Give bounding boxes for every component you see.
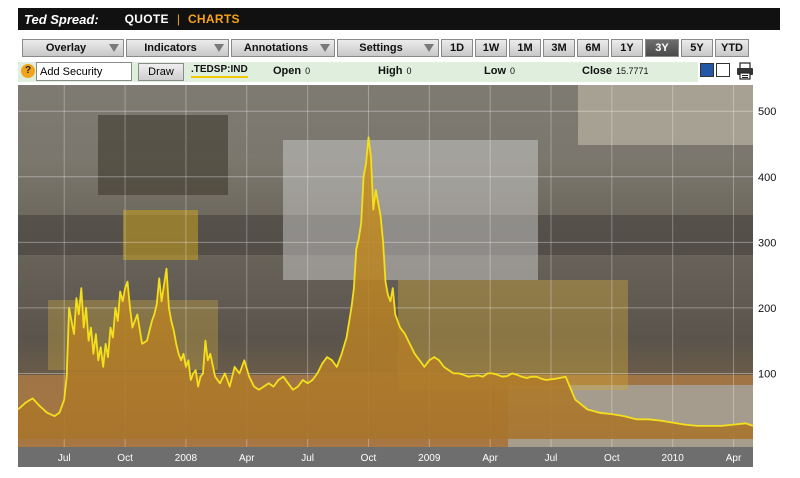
open-stat: Open 0 bbox=[273, 65, 310, 77]
overlay-menu[interactable]: Overlay bbox=[22, 39, 124, 57]
ted-spread-chart[interactable]: 100 200 300 400 500 Jul Oct 2008 Apr Jul Oct 2009 A… bbox=[18, 85, 780, 467]
range-3m-button[interactable]: 3M bbox=[543, 39, 575, 57]
dropdown-arrow-icon bbox=[214, 44, 224, 52]
x-tick-label: Apr bbox=[239, 453, 255, 464]
annotations-menu[interactable]: Annotations bbox=[231, 39, 335, 57]
print-icon[interactable] bbox=[736, 62, 754, 80]
page-title: Ted Spread: bbox=[24, 11, 99, 27]
help-icon[interactable]: ? bbox=[21, 64, 35, 78]
indicators-menu-label: Indicators bbox=[144, 42, 197, 54]
dual-view-icon[interactable] bbox=[716, 63, 730, 77]
high-value: 0 bbox=[406, 66, 412, 76]
high-label: High bbox=[378, 65, 403, 77]
y-axis-ticks: 100 200 300 400 500 bbox=[758, 106, 776, 380]
range-6m-button[interactable]: 6M bbox=[577, 39, 609, 57]
chart-toolbar: Overlay Indicators Annotations Settings … bbox=[22, 39, 755, 59]
close-stat: Close 15.7771 bbox=[582, 65, 649, 77]
range-5y-button[interactable]: 5Y bbox=[681, 39, 713, 57]
open-value: 0 bbox=[305, 66, 311, 76]
add-security-input[interactable] bbox=[36, 62, 132, 81]
high-stat: High 0 bbox=[378, 65, 411, 77]
dropdown-arrow-icon bbox=[424, 44, 434, 52]
close-label: Close bbox=[582, 65, 612, 77]
ticker-symbol[interactable]: .TEDSP:IND bbox=[191, 64, 248, 78]
range-1w-button[interactable]: 1W bbox=[475, 39, 507, 57]
single-view-icon[interactable] bbox=[700, 63, 714, 77]
annotations-menu-label: Annotations bbox=[243, 42, 309, 54]
range-1y-button[interactable]: 1Y bbox=[611, 39, 643, 57]
dropdown-arrow-icon bbox=[109, 44, 119, 52]
settings-menu[interactable]: Settings bbox=[337, 39, 439, 57]
range-1m-button[interactable]: 1M bbox=[509, 39, 541, 57]
open-label: Open bbox=[273, 65, 302, 77]
range-ytd-button[interactable]: YTD bbox=[715, 39, 749, 57]
draw-button[interactable]: Draw bbox=[138, 63, 184, 81]
x-tick-label: Apr bbox=[726, 453, 742, 464]
chart-area: 100 200 300 400 500 Jul Oct 2008 Apr Jul Oct 2009 A… bbox=[18, 85, 780, 467]
range-3y-button[interactable]: 3Y bbox=[645, 39, 679, 57]
y-tick-label: 100 bbox=[758, 368, 776, 380]
close-value: 15.7771 bbox=[615, 66, 649, 76]
x-tick-label: Oct bbox=[361, 453, 377, 464]
dropdown-arrow-icon bbox=[320, 44, 330, 52]
x-tick-label: 2008 bbox=[175, 453, 198, 464]
y-tick-label: 400 bbox=[758, 172, 776, 184]
header-bar: Ted Spread: QUOTE | CHARTS bbox=[18, 8, 780, 30]
y-tick-label: 500 bbox=[758, 106, 776, 118]
settings-menu-label: Settings bbox=[359, 42, 403, 54]
indicators-menu[interactable]: Indicators bbox=[126, 39, 229, 57]
x-tick-label: Apr bbox=[482, 453, 498, 464]
low-value: 0 bbox=[510, 66, 516, 76]
x-tick-label: 2009 bbox=[418, 453, 441, 464]
x-tick-label: Jul bbox=[545, 453, 558, 464]
y-tick-label: 200 bbox=[758, 303, 776, 315]
x-tick-label: Oct bbox=[117, 453, 133, 464]
overlay-menu-label: Overlay bbox=[45, 42, 87, 54]
low-label: Low bbox=[484, 65, 506, 77]
nav-quote[interactable]: QUOTE bbox=[125, 12, 169, 26]
x-tick-label: 2010 bbox=[662, 453, 685, 464]
low-stat: Low 0 bbox=[484, 65, 515, 77]
y-tick-label: 300 bbox=[758, 237, 776, 249]
nav-separator: | bbox=[176, 12, 180, 26]
x-tick-label: Jul bbox=[301, 453, 314, 464]
x-tick-label: Oct bbox=[604, 453, 620, 464]
range-1d-button[interactable]: 1D bbox=[441, 39, 473, 57]
nav-charts[interactable]: CHARTS bbox=[188, 12, 240, 26]
x-tick-label: Jul bbox=[58, 453, 71, 464]
